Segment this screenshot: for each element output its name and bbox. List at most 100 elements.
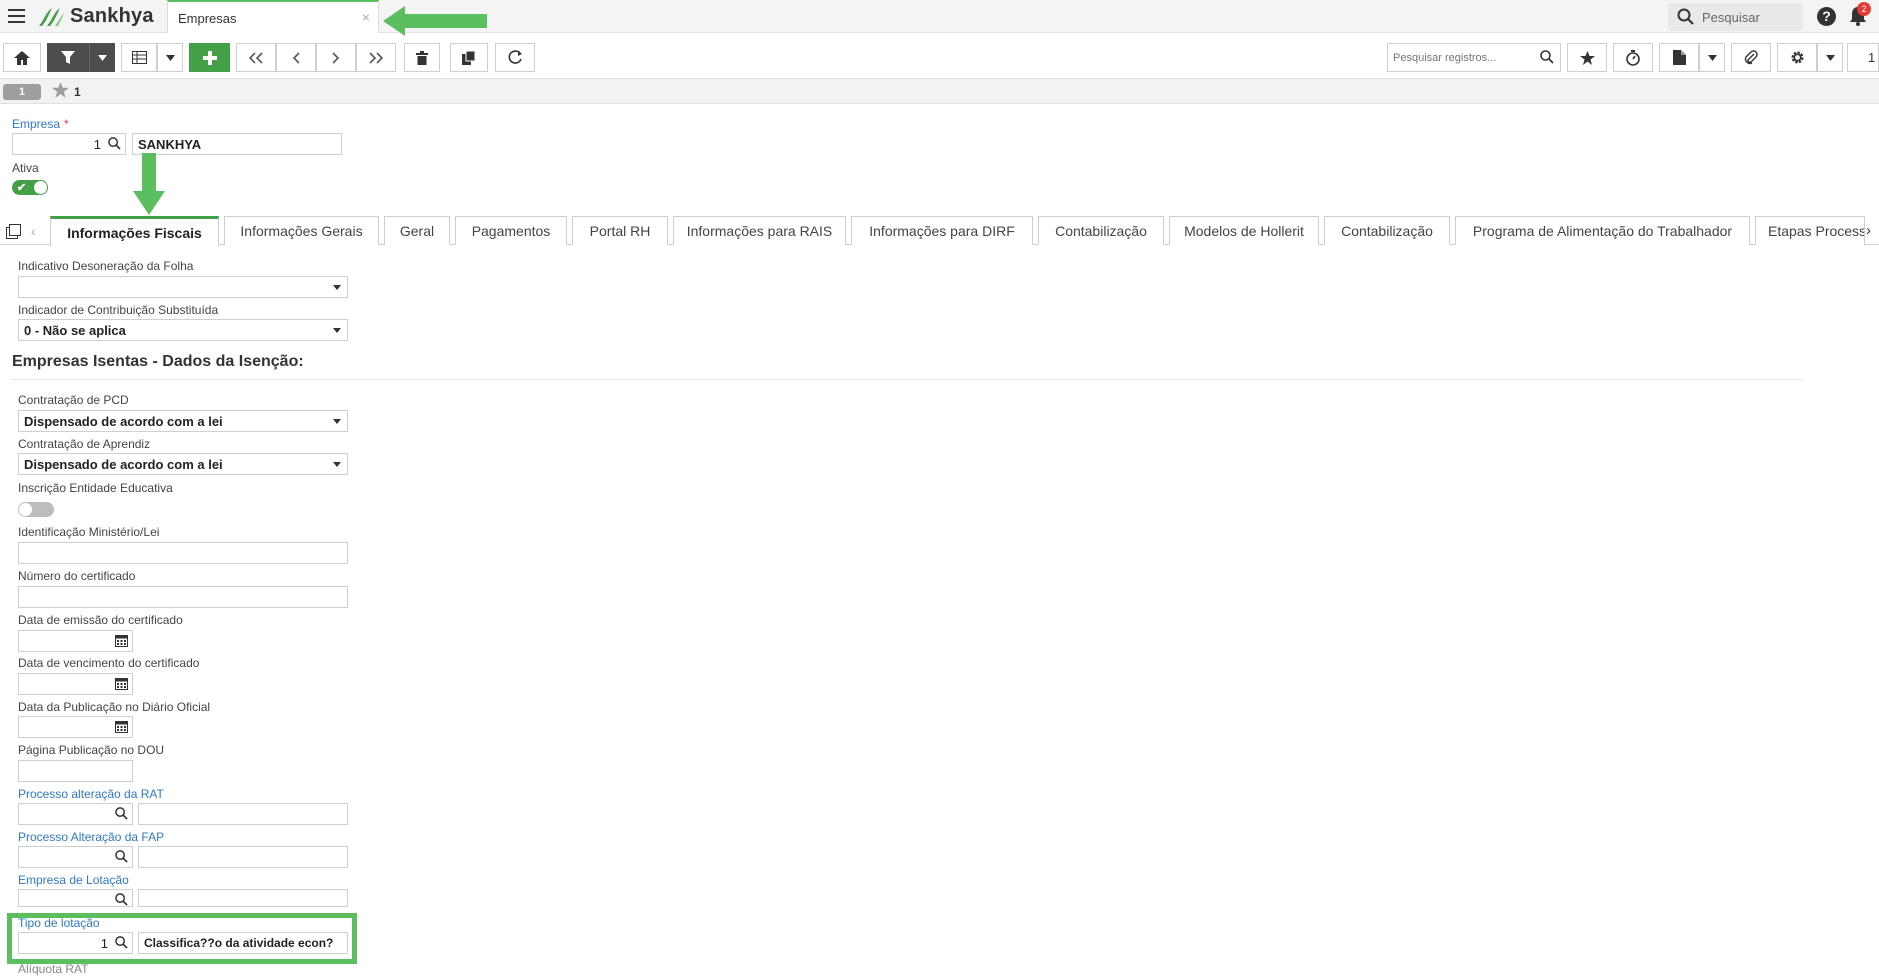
calendar-icon[interactable] — [115, 634, 128, 647]
chevron-down-icon — [333, 419, 341, 424]
record-search[interactable] — [1387, 43, 1561, 72]
empresa-lotacao-label[interactable]: Empresa de Lotação — [18, 873, 129, 887]
identificacao-input[interactable] — [18, 542, 348, 564]
search-icon[interactable] — [115, 807, 128, 820]
search-icon[interactable] — [115, 936, 128, 949]
plus-icon — [202, 50, 217, 65]
tab-informacoes-gerais[interactable]: Informações Gerais — [224, 216, 379, 245]
data-vencimento-input[interactable] — [18, 673, 133, 695]
tabs-scroll-right-icon[interactable]: › — [1866, 222, 1871, 239]
tab-contabilizacao[interactable]: Contabilização — [1038, 216, 1164, 245]
processo-fap-code-input[interactable] — [18, 846, 133, 868]
empresa-lotacao-desc-input[interactable] — [138, 889, 348, 907]
settings-button[interactable] — [1777, 43, 1817, 72]
global-search[interactable]: Pesquisar — [1668, 3, 1803, 31]
report-button[interactable] — [1659, 43, 1699, 72]
search-icon[interactable] — [108, 137, 121, 150]
filter-dropdown-button[interactable] — [89, 43, 115, 72]
settings-dropdown-button[interactable] — [1817, 43, 1843, 72]
processo-fap-label[interactable]: Processo Alteração da FAP — [18, 830, 164, 844]
processo-rat-label[interactable]: Processo alteração da RAT — [18, 787, 164, 801]
record-search-input[interactable] — [1388, 44, 1538, 71]
favorite-button[interactable] — [1567, 43, 1607, 72]
report-dropdown-button[interactable] — [1699, 43, 1725, 72]
refresh-button[interactable] — [495, 43, 535, 72]
first-record-button[interactable] — [236, 43, 276, 72]
duplicate-button[interactable] — [450, 43, 488, 72]
pcd-select[interactable]: Dispensado de acordo com a lei — [18, 410, 348, 432]
empresa-lotacao-code-input[interactable] — [18, 889, 133, 907]
tab-portal-rh[interactable]: Portal RH — [572, 216, 668, 245]
empresa-name-field[interactable]: SANKHYA — [132, 133, 342, 155]
search-icon — [1677, 8, 1694, 25]
filter-button[interactable] — [47, 43, 89, 72]
refresh-icon — [508, 50, 522, 64]
app-tab-empresas[interactable]: Empresas × — [167, 0, 379, 33]
add-record-button[interactable] — [189, 43, 230, 72]
tab-programa-alimentacao[interactable]: Programa de Alimentação do Trabalhador — [1455, 216, 1750, 245]
tab-informacoes-rais[interactable]: Informações para RAIS — [673, 216, 846, 245]
tab-geral[interactable]: Geral — [384, 216, 450, 245]
tab-informacoes-dirf[interactable]: Informações para DIRF — [851, 216, 1033, 245]
inscricao-toggle[interactable] — [18, 502, 54, 517]
data-publicacao-input[interactable] — [18, 716, 133, 738]
home-button[interactable] — [3, 43, 41, 72]
aprendiz-label: Contratação de Aprendiz — [18, 437, 151, 451]
document-icon — [1672, 50, 1686, 65]
empresa-code-field[interactable]: 1 — [12, 133, 126, 155]
numero-certificado-input[interactable] — [18, 586, 348, 608]
tab-contabilizacao-2[interactable]: Contabilização — [1324, 216, 1450, 245]
aprendiz-select[interactable]: Dispensado de acordo com a lei — [18, 453, 348, 475]
data-emissao-input[interactable] — [18, 630, 133, 652]
grid-view-button[interactable] — [121, 43, 157, 72]
stopwatch-icon — [1626, 49, 1640, 66]
desoneracao-select[interactable] — [18, 276, 348, 298]
help-icon[interactable]: ? — [1817, 7, 1836, 26]
calendar-icon[interactable] — [115, 677, 128, 690]
ativa-toggle[interactable]: ✔ — [12, 180, 48, 195]
annotation-arrow-down-icon — [133, 153, 165, 215]
chevron-down-icon — [333, 462, 341, 467]
brand-logo[interactable]: Sankhya — [36, 5, 154, 28]
chevron-down-icon — [97, 54, 107, 61]
contribuicao-label: Indicador de Contribuição Substituída — [18, 303, 219, 317]
grid-icon — [131, 51, 147, 64]
pagina-dou-input[interactable] — [18, 760, 133, 782]
tipo-lotacao-label[interactable]: Tipo de lotação — [18, 916, 100, 930]
notification-badge: 2 — [1857, 2, 1871, 16]
next-record-button[interactable] — [316, 43, 356, 72]
processo-fap-desc-input[interactable] — [138, 846, 348, 868]
tab-informacoes-fiscais[interactable]: Informações Fiscais — [50, 216, 219, 246]
pcd-value: Dispensado de acordo com a lei — [24, 414, 223, 429]
timer-button[interactable] — [1613, 43, 1653, 72]
attachment-button[interactable] — [1731, 43, 1771, 72]
record-index[interactable]: 1 — [3, 84, 41, 100]
tipo-lotacao-code-value: 1 — [100, 936, 108, 951]
paperclip-icon — [1744, 50, 1758, 65]
delete-button[interactable] — [404, 43, 440, 72]
contribuicao-select[interactable]: 0 - Não se aplica — [18, 319, 348, 341]
tab-modelos-hollerit[interactable]: Modelos de Hollerit — [1169, 216, 1319, 245]
contribuicao-value: 0 - Não se aplica — [24, 323, 126, 338]
grid-dropdown-button[interactable] — [157, 43, 183, 72]
tab-etapas-processo[interactable]: Etapas Process — [1755, 216, 1865, 245]
tab-pagamentos[interactable]: Pagamentos — [455, 216, 567, 245]
previous-record-button[interactable] — [276, 43, 316, 72]
tipo-lotacao-code-input[interactable]: 1 — [18, 932, 133, 954]
tipo-lotacao-desc-input[interactable]: Classifica??o da atividade econ? — [138, 932, 348, 954]
calendar-icon[interactable] — [115, 720, 128, 733]
last-record-button[interactable] — [356, 43, 396, 72]
processo-rat-desc-input[interactable] — [138, 803, 348, 825]
data-emissao-label: Data de emissão do certificado — [18, 613, 183, 627]
search-icon[interactable] — [115, 850, 128, 863]
check-icon: ✔ — [17, 182, 27, 194]
processo-rat-code-input[interactable] — [18, 803, 133, 825]
close-icon[interactable]: × — [362, 9, 370, 25]
search-icon[interactable] — [115, 893, 128, 906]
menu-icon[interactable] — [8, 9, 25, 23]
search-icon — [1540, 50, 1554, 64]
section-divider — [12, 379, 1802, 380]
chevron-right-icon — [332, 51, 340, 64]
star-icon[interactable] — [52, 82, 69, 98]
page-indicator[interactable]: 1 — [1847, 43, 1879, 72]
